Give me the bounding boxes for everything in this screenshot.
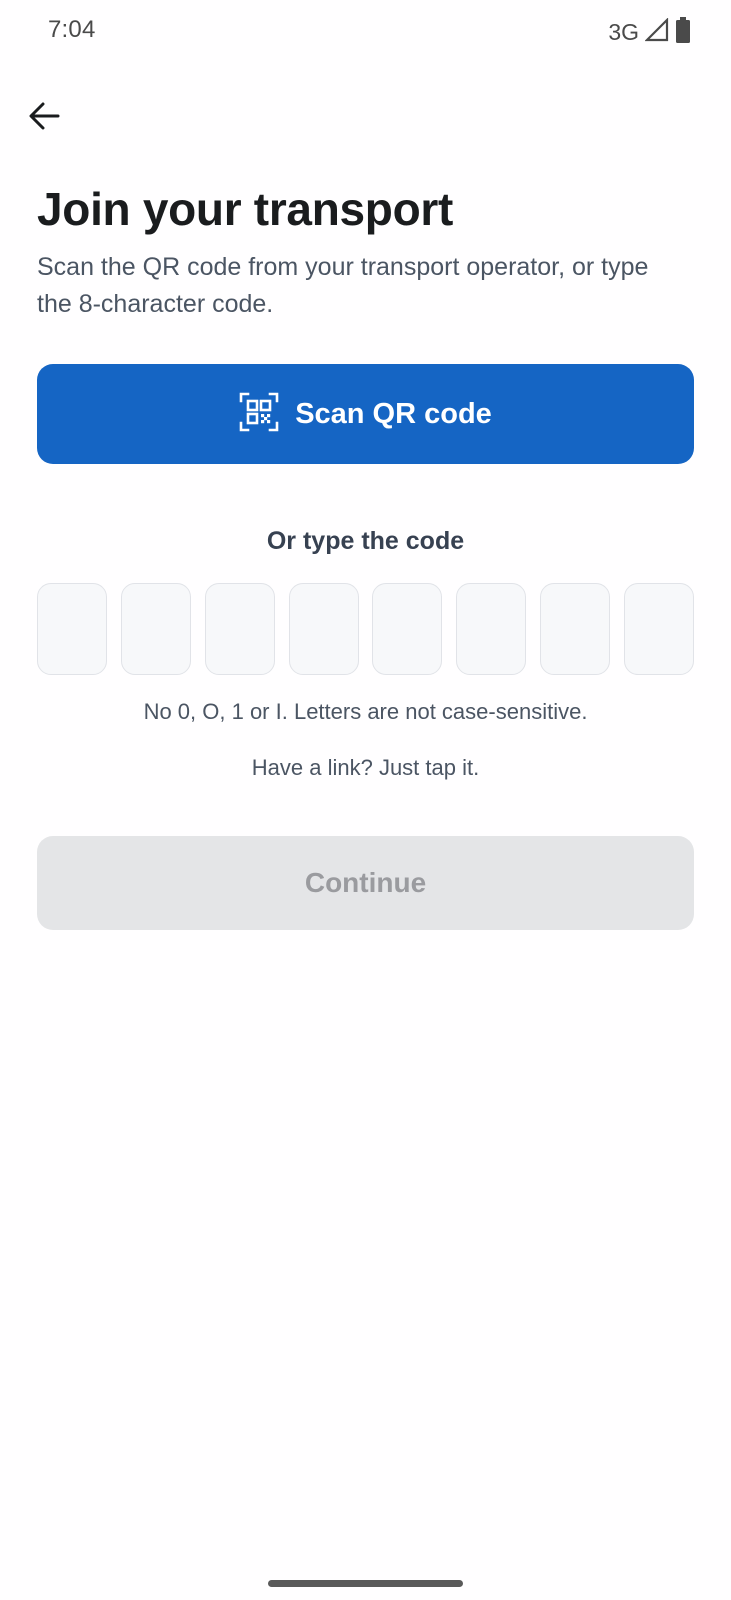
arrow-left-icon [27,99,61,138]
home-indicator[interactable] [268,1580,463,1587]
code-entry-label: Or type the code [266,527,465,555]
back-button[interactable] [20,94,68,142]
code-input-6[interactable] [456,583,527,675]
code-input-8[interactable] [623,583,694,675]
code-input-3[interactable] [204,583,275,675]
status-time: 7:04 [48,16,96,43]
code-input-2[interactable] [120,583,191,675]
continue-button[interactable]: Continue [37,836,694,930]
code-format-hint: No 0, O, 1 or I. Letters are not case-se… [143,699,588,724]
status-icons: 3G [608,16,691,48]
code-input-7[interactable] [540,583,611,675]
scan-qr-label: Scan QR code [295,397,492,430]
network-type: 3G [608,18,639,45]
code-input-1[interactable] [37,583,107,675]
code-input-5[interactable] [372,583,443,675]
scan-qr-button[interactable]: Scan QR code [37,364,694,464]
qr-scan-icon [239,392,279,437]
page-title: Join your transport [37,183,454,235]
status-bar: 7:04 3G [0,0,731,64]
continue-label: Continue [304,867,427,898]
link-hint: Have a link? Just tap it. [251,755,480,780]
code-input-4[interactable] [288,583,359,675]
code-input-group [37,583,694,677]
battery-icon [675,16,691,48]
signal-icon [644,16,669,47]
page-subtitle: Scan the QR code from your transport ope… [37,253,649,318]
